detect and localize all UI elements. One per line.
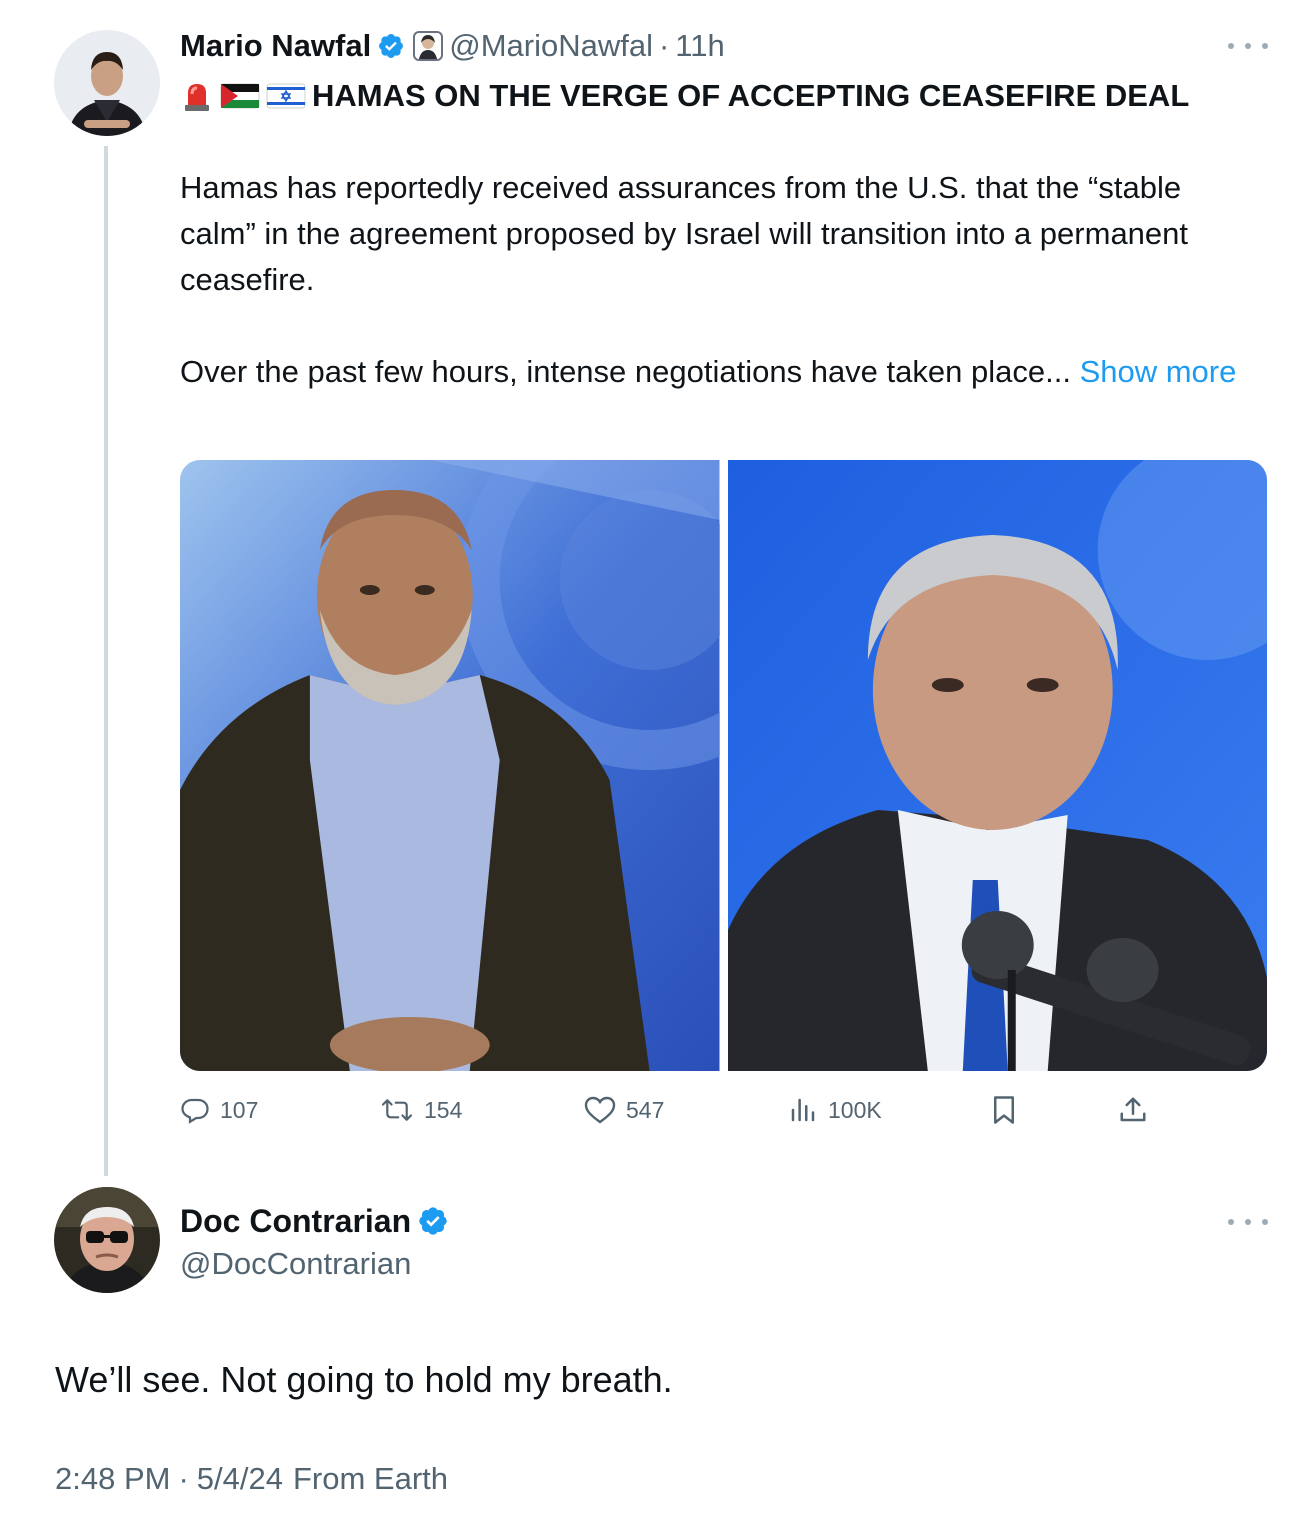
share-icon	[1120, 1097, 1146, 1122]
separator-dot: ·	[658, 28, 670, 63]
reply-meta: 2:48 PM · 5/4/24 From Earth	[55, 1456, 448, 1502]
siren-emoji-icon	[180, 79, 214, 113]
mario-nawfal-avatar[interactable]	[54, 30, 160, 136]
doc-contrarian-avatar[interactable]	[54, 1187, 160, 1293]
reply-date[interactable]: 5/4/24	[197, 1461, 283, 1497]
tweet-timestamp[interactable]: 11h	[675, 28, 724, 64]
reply-time[interactable]: 2:48 PM	[55, 1461, 170, 1497]
reply-text: We’ll see. Not going to hold my breath.	[55, 1359, 673, 1400]
media-photo-left[interactable]	[180, 460, 720, 1071]
affiliate-badge-icon[interactable]	[413, 31, 444, 61]
author-handle[interactable]: @MarioNawfal	[449, 28, 653, 64]
reply-button[interactable]: 107	[180, 1088, 258, 1132]
repost-icon	[381, 1099, 413, 1121]
thread-connector-line	[104, 146, 108, 1176]
palestine-flag-icon	[220, 81, 260, 111]
body-paragraph-text: Over the past few hours, intense negotia…	[180, 354, 1071, 389]
show-more-link[interactable]: Show more	[1080, 354, 1237, 389]
verified-badge-icon	[377, 32, 405, 60]
views-count: 100K	[828, 1096, 882, 1123]
more-options-icon[interactable]	[1228, 1212, 1268, 1232]
views-button[interactable]: 100K	[788, 1088, 882, 1132]
reply-author-display-name[interactable]: Doc Contrarian	[180, 1203, 411, 1240]
like-count: 547	[626, 1096, 665, 1123]
tweet-headline: HAMAS ON THE VERGE OF ACCEPTING CEASEFIR…	[180, 74, 1189, 118]
repost-button[interactable]: 154	[380, 1088, 462, 1132]
repost-count: 154	[424, 1096, 463, 1123]
tweet-media-grid	[180, 460, 1267, 1071]
body-paragraph: Over the past few hours, intense negotia…	[180, 349, 1260, 395]
share-button[interactable]	[1118, 1088, 1158, 1132]
bookmark-button[interactable]	[990, 1088, 1028, 1132]
reply-source: From Earth	[292, 1461, 449, 1496]
views-icon	[791, 1098, 815, 1122]
verified-badge-icon	[417, 1205, 449, 1237]
author-display-name[interactable]: Mario Nawfal	[180, 28, 371, 64]
reply-author-row: Doc Contrarian	[180, 1198, 457, 1244]
body-paragraph: Hamas has reportedly received assurances…	[180, 170, 1189, 297]
media-photo-right[interactable]	[727, 460, 1267, 1071]
tweet-header: Mario Nawfal @MarioNawfal · 11h	[180, 22, 725, 70]
headline-text: HAMAS ON THE VERGE OF ACCEPTING CEASEFIR…	[312, 78, 1190, 113]
reply-icon	[181, 1098, 209, 1124]
reply-count: 107	[220, 1096, 259, 1123]
tweet-body: Hamas has reportedly received assurances…	[180, 165, 1260, 395]
separator-dot: ·	[178, 1461, 189, 1496]
israel-flag-icon	[266, 81, 306, 111]
like-icon	[584, 1096, 616, 1124]
bookmark-icon	[994, 1096, 1014, 1124]
like-button[interactable]: 547	[584, 1088, 664, 1132]
more-options-icon[interactable]	[1228, 36, 1268, 56]
tweet-action-bar: 107 154 547 100K	[180, 1088, 1180, 1132]
reply-author-handle[interactable]: @DocContrarian	[180, 1242, 411, 1286]
